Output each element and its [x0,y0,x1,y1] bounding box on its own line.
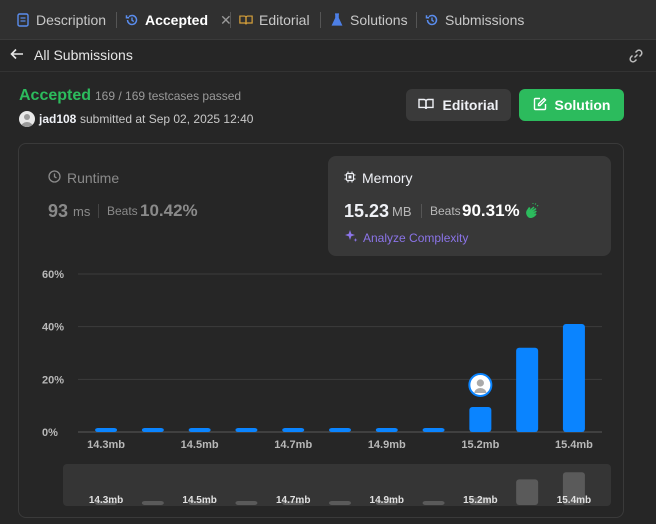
arrow-left-icon [10,47,24,63]
sparkle-icon [344,229,358,246]
memory-value: 15.23 [344,201,390,221]
tab-submissions[interactable]: Submissions [425,0,524,40]
edit-icon [533,97,547,114]
testcases-passed: 169 / 169 testcases passed [95,89,242,103]
history-icon [125,13,139,27]
link-icon[interactable] [628,48,644,64]
tab-editorial[interactable]: Editorial [239,0,310,40]
tab-label: Solutions [350,12,408,28]
tab-solutions[interactable]: Solutions [330,0,408,40]
back-to-submissions-link[interactable]: All Submissions [10,47,133,63]
clock-icon [48,170,61,186]
flask-icon [330,13,344,27]
chip-icon [344,170,356,186]
book-icon [239,13,253,27]
submitted-time: submitted at Sep 02, 2025 12:40 [80,112,254,126]
memory-unit: MB [392,204,412,219]
editorial-button[interactable]: Editorial [406,89,511,121]
memory-title: Memory [344,170,413,186]
runtime-title[interactable]: Runtime [48,170,119,186]
avatar[interactable] [19,111,35,127]
runtime-unit: ms [73,204,91,219]
tab-accepted[interactable]: Accepted ✕ [125,0,232,40]
tab-label: Editorial [259,12,310,28]
runtime-beats-pct: 10.42% [140,201,198,220]
book-icon [418,97,435,114]
solution-button-label: Solution [554,97,611,113]
username-link[interactable]: jad108 [39,112,76,126]
runtime-value: 93 [48,201,69,221]
runtime-beats-label: Beats [107,204,138,218]
submission-header: All Submissions [0,40,656,72]
history-icon [425,13,439,27]
tab-label: Submissions [445,12,525,28]
analyze-complexity-link[interactable]: Analyze Complexity [344,229,468,246]
tab-label: Accepted [145,12,209,28]
back-label: All Submissions [34,47,133,63]
tab-description[interactable]: Description [16,0,106,40]
clapping-hands-icon [524,203,540,219]
tab-bar: Description Accepted ✕ Editorial Solutio… [0,0,656,40]
submission-status: Accepted [19,87,92,104]
solution-button[interactable]: Solution [519,89,624,121]
tab-label: Description [36,12,107,28]
editorial-button-label: Editorial [442,97,499,113]
memory-beats-label: Beats [430,204,461,218]
document-icon [16,13,30,27]
memory-beats-pct: 90.31% [462,201,520,220]
